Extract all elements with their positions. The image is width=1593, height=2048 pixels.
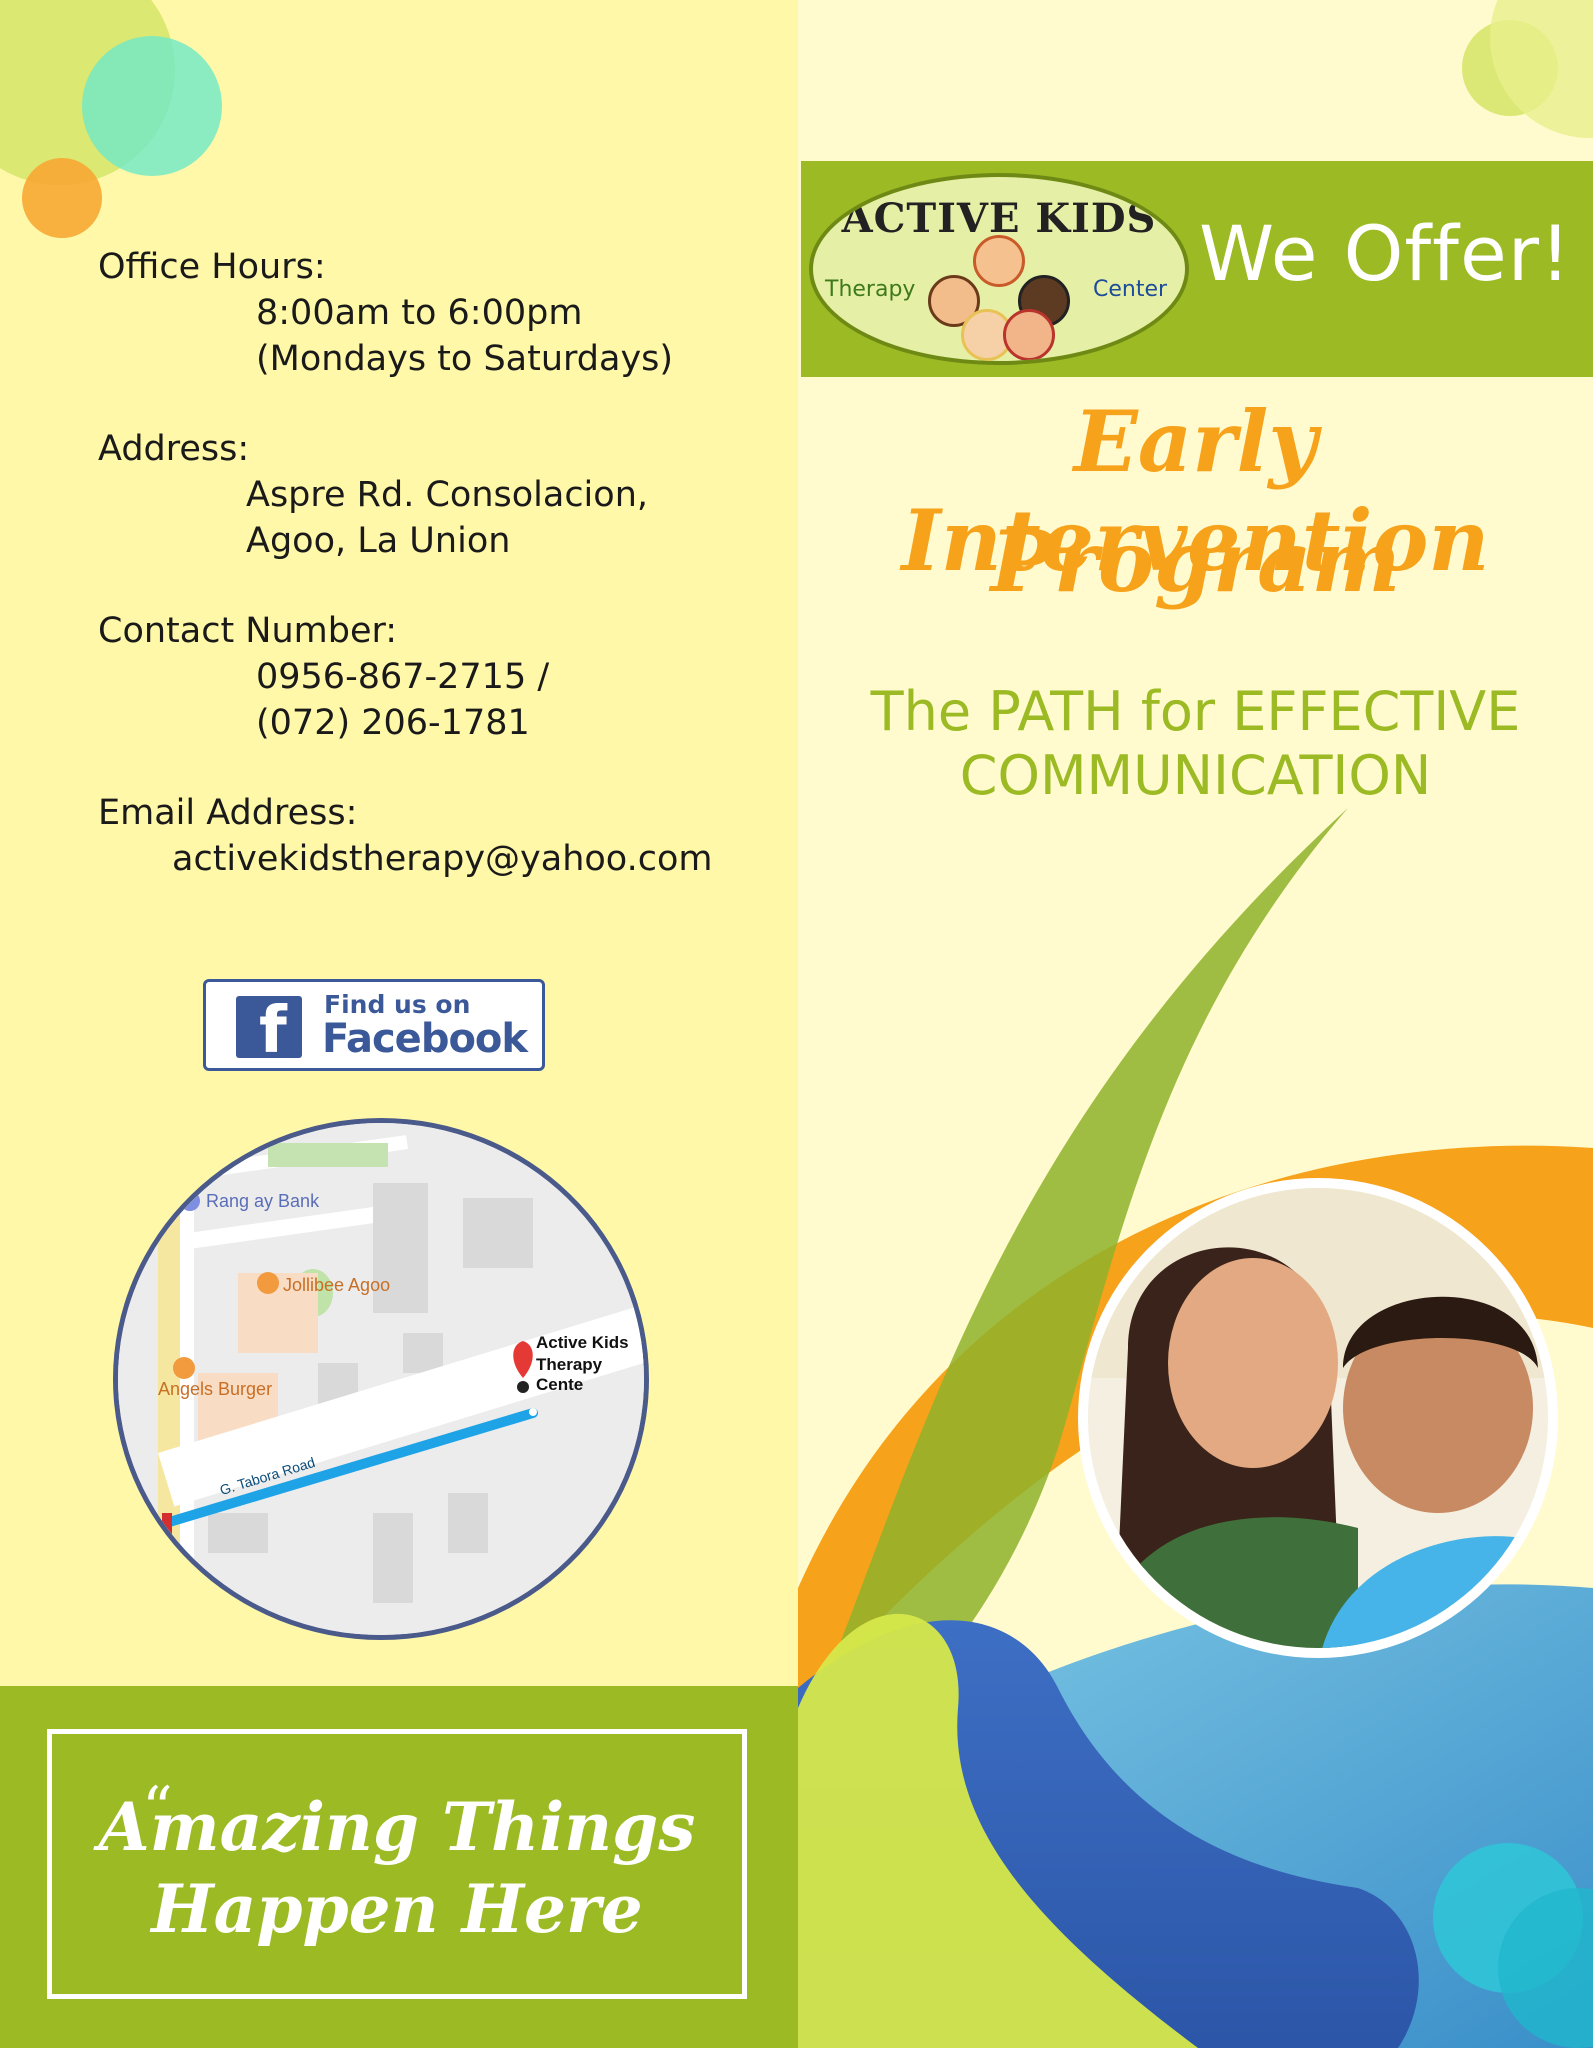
office-hours-label: Office Hours: [98,247,326,287]
facebook-button[interactable]: f Find us on Facebook [203,979,545,1071]
contact-number-label: Contact Number: [98,611,398,651]
address-block: Address: Aspre Rd. Consolacion, Agoo, La… [98,426,648,564]
map-destination-line2: Therapy Cente [536,1355,603,1394]
we-offer-text: We Offer! [1199,209,1572,298]
office-hours-days: (Mondays to Saturdays) [256,339,674,379]
contact-number-block: Contact Number: 0956-867-2715 / (072) 20… [98,608,549,746]
program-title-line2: Program [990,512,1401,611]
facebook-brand-text: Facebook [322,1016,528,1062]
facebook-find-text: Find us on [324,990,471,1019]
kid-face-icon [973,235,1025,287]
quote-box: “ Amazing Things Happen Here [47,1729,747,1999]
active-kids-logo[interactable]: ACTIVE KIDS Therapy Center [809,173,1189,365]
decorative-artwork [798,808,1593,2048]
decor-circles-top-right [1462,0,1593,138]
address-line1: Aspre Rd. Consolacion, [246,475,649,515]
subtitle-line1: The PATH for EFFECTIVE [870,680,1521,743]
subtitle-line2: COMMUNICATION [959,744,1432,807]
map-place-rang-ay-bank: Rang ay Bank [206,1191,320,1211]
map-place-jollibee: Jollibee Agoo [283,1275,391,1295]
facebook-icon: f [236,996,302,1058]
quote-line2: Happen Here [151,1870,643,1948]
header-banner: ACTIVE KIDS Therapy Center We Offer! [801,161,1593,377]
email-label: Email Address: [98,793,358,833]
map-destination-line1: Active Kids [536,1333,629,1352]
decor-circles-top-left [0,0,222,238]
quote-line1: Amazing Things [98,1788,696,1866]
right-panel: ACTIVE KIDS Therapy Center We Offer! Ear… [798,0,1593,2048]
logo-left-text: Therapy [825,277,916,302]
left-panel: Office Hours: 8:00am to 6:00pm (Mondays … [0,0,798,2048]
email-value[interactable]: activekidstherapy@yahoo.com [98,836,712,882]
email-block: Email Address: activekidstherapy@yahoo.c… [98,790,712,882]
address-label: Address: [98,429,250,469]
kid-face-icon [1003,309,1055,361]
map-place-angels-burger: Angels Burger [158,1379,273,1399]
quote-text: Amazing Things Happen Here [52,1786,742,1950]
office-hours-time: 8:00am to 6:00pm [256,293,583,333]
office-hours-block: Office Hours: 8:00am to 6:00pm (Mondays … [98,244,673,382]
location-map[interactable]: Rang ay Bank Jollibee Agoo Angels Burger… [113,1118,649,1640]
logo-right-text: Center [1093,277,1168,302]
address-line2: Agoo, La Union [246,521,511,561]
contact-phone1: 0956-867-2715 / [256,657,550,697]
program-subtitle: The PATH for EFFECTIVE COMMUNICATION [798,680,1593,808]
contact-phone2: (072) 206-1781 [256,703,530,743]
